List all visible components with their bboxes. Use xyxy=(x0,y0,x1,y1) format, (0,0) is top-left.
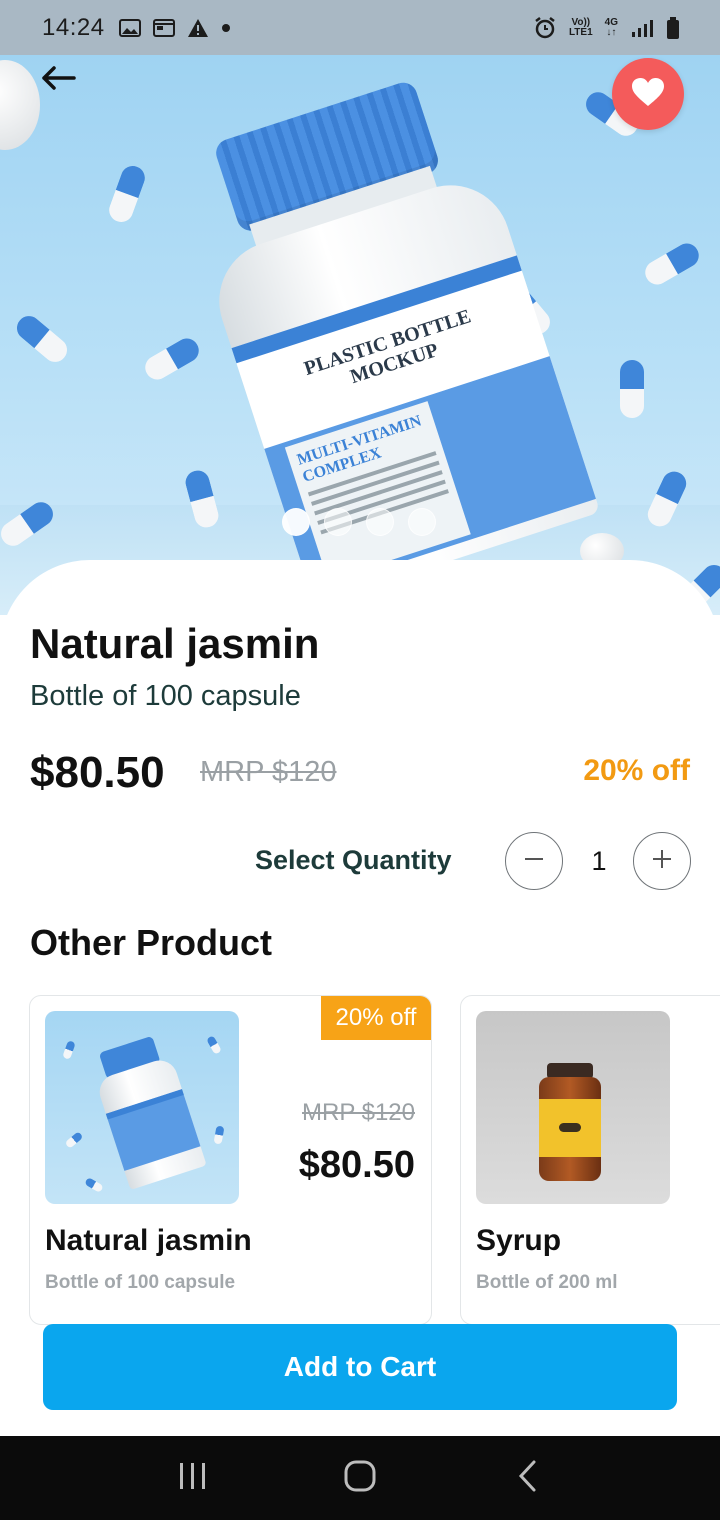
image-carousel-dots xyxy=(282,508,436,536)
hero-capsule xyxy=(641,239,703,289)
hero-capsule xyxy=(12,311,72,367)
product-card[interactable]: 20% off MRP $120 $80.50 Natural jasmin B… xyxy=(29,995,432,1325)
add-to-cart-button[interactable]: Add to Cart xyxy=(43,1324,677,1410)
network-label: 4G xyxy=(604,16,618,28)
product-details-card: Natural jasmin Bottle of 100 capsule $80… xyxy=(0,560,720,1440)
chevron-left-icon xyxy=(516,1459,538,1498)
status-time: 14:24 xyxy=(42,13,105,41)
discount-badge: 20% off xyxy=(321,996,431,1040)
alarm-icon xyxy=(533,16,557,40)
product-card-price: $80.50 xyxy=(298,1144,415,1186)
carousel-dot[interactable] xyxy=(324,508,352,536)
battery-icon xyxy=(666,16,680,40)
signal-icon xyxy=(630,18,654,38)
product-card-name: Natural jasmin xyxy=(45,1224,252,1257)
favorite-button[interactable] xyxy=(612,58,684,130)
quantity-decrease-button[interactable] xyxy=(505,832,563,890)
heart-icon xyxy=(631,77,665,112)
product-discount: 20% off xyxy=(583,754,690,787)
product-price: $80.50 xyxy=(30,748,165,797)
minus-icon xyxy=(523,848,545,875)
status-right-icons: Vo)) LTE1 4G ↓↑ xyxy=(533,16,680,40)
volte-indicator: Vo)) LTE1 xyxy=(568,17,593,38)
product-card-image xyxy=(45,1011,239,1204)
product-card-mrp: MRP $120 xyxy=(302,1099,415,1126)
back-nav-button[interactable] xyxy=(497,1448,557,1508)
dot-icon xyxy=(221,23,231,33)
home-icon xyxy=(343,1459,377,1498)
calendar-icon xyxy=(152,18,175,38)
quantity-value: 1 xyxy=(591,846,607,876)
product-card-name: Syrup xyxy=(476,1224,562,1257)
carousel-dot[interactable] xyxy=(366,508,394,536)
lte-label: LTE1 xyxy=(568,26,593,38)
product-card-subtitle: Bottle of 100 capsule xyxy=(45,1272,236,1293)
hero-capsule xyxy=(106,163,148,226)
quantity-label: Select Quantity xyxy=(255,845,452,875)
syrup-jar xyxy=(539,1063,601,1181)
product-subtitle: Bottle of 100 capsule xyxy=(30,680,301,712)
recent-apps-button[interactable] xyxy=(163,1448,223,1508)
product-title: Natural jasmin xyxy=(30,620,320,667)
system-nav-bar xyxy=(0,1436,720,1520)
product-card-image xyxy=(476,1011,670,1204)
hero-ball xyxy=(0,60,40,150)
carousel-dot[interactable] xyxy=(282,508,310,536)
status-bar: 14:24 Vo)) LTE1 4G ↓↑ xyxy=(0,0,720,55)
product-detail-screen: 14:24 Vo)) LTE1 4G ↓↑ PLASTIC BOTTLE MOC… xyxy=(0,0,720,1520)
alert-icon xyxy=(187,18,209,38)
product-card-subtitle: Bottle of 200 ml xyxy=(476,1272,618,1293)
home-button[interactable] xyxy=(330,1448,390,1508)
hero-capsule xyxy=(141,334,203,384)
product-card[interactable]: Syrup Bottle of 200 ml xyxy=(460,995,720,1325)
back-button[interactable] xyxy=(36,60,80,100)
product-mrp: MRP $120 xyxy=(200,756,337,788)
arrow-left-icon xyxy=(40,64,76,97)
carousel-dot[interactable] xyxy=(408,508,436,536)
mini-bottle xyxy=(87,1032,207,1190)
hero-capsule xyxy=(620,360,644,418)
quantity-increase-button[interactable] xyxy=(633,832,691,890)
network-indicator: 4G ↓↑ xyxy=(604,16,618,38)
status-left-icons xyxy=(118,18,231,38)
other-products-title: Other Product xyxy=(30,922,273,963)
image-icon xyxy=(118,18,141,38)
plus-icon xyxy=(651,848,673,875)
recent-apps-icon xyxy=(177,1461,209,1496)
